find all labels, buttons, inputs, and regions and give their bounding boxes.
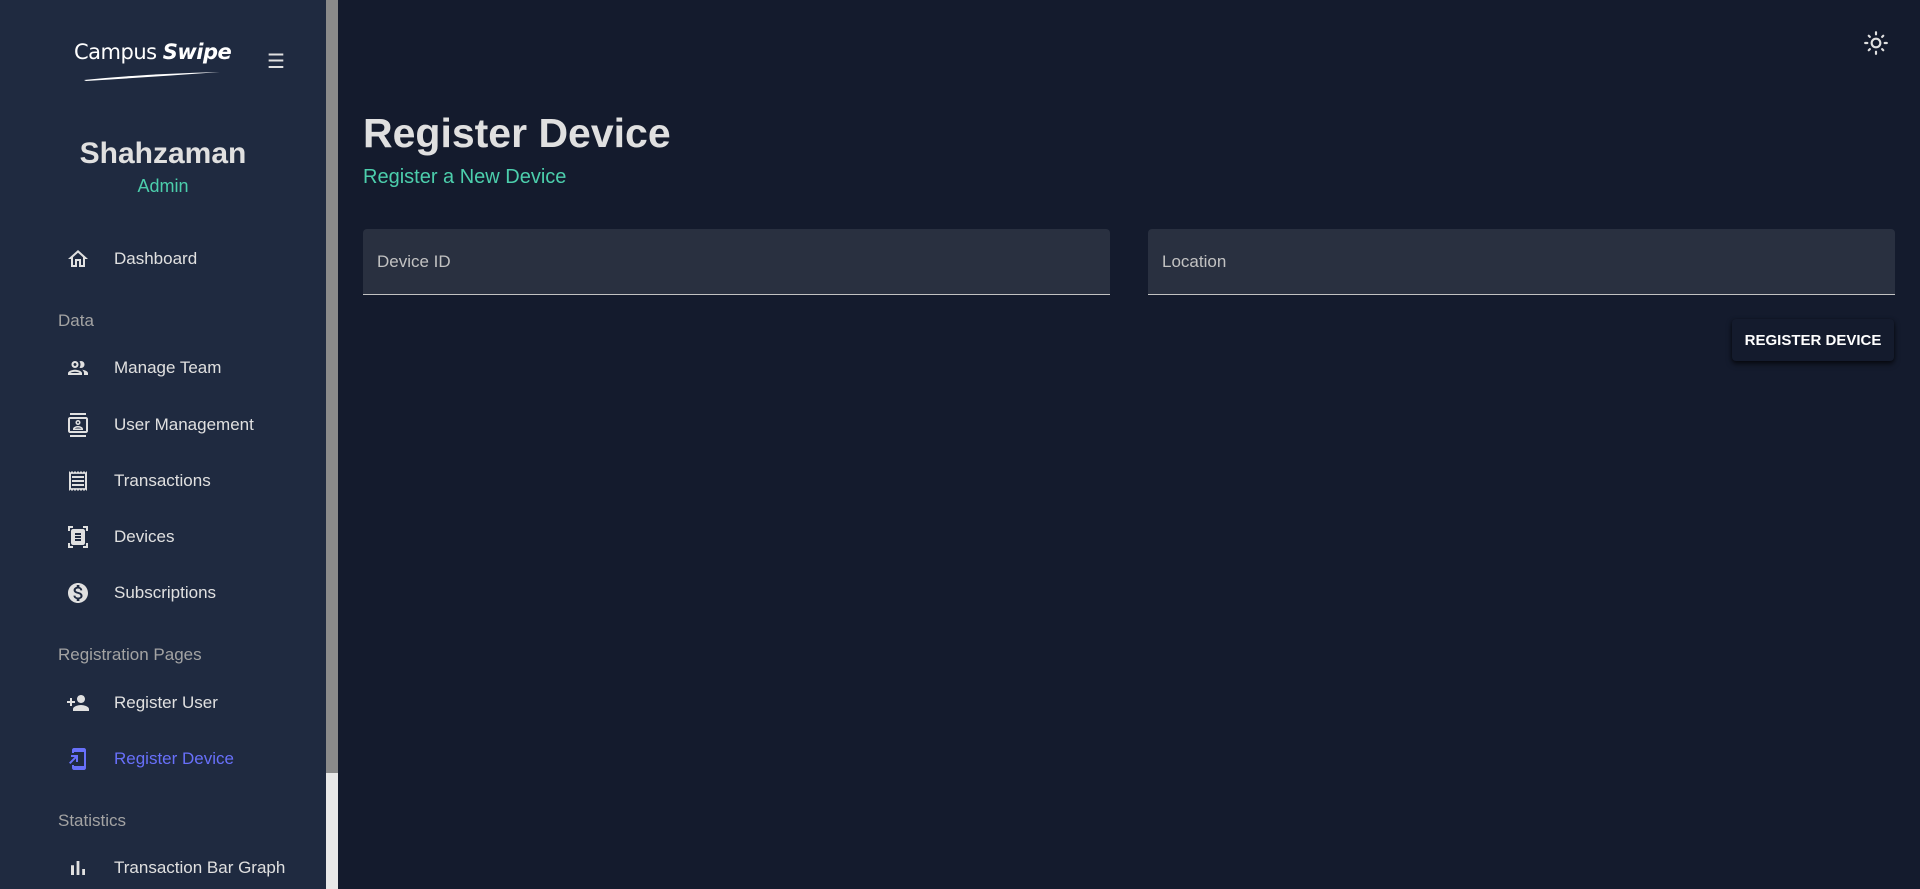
sidebar-item-manage-team[interactable]: Manage Team — [58, 348, 308, 388]
sidebar-item-label: Register User — [114, 693, 218, 712]
light-mode-sun-icon[interactable] — [1863, 30, 1889, 56]
sidebar-item-transactions[interactable]: Transactions — [58, 461, 308, 501]
sidebar-item-dashboard[interactable]: Dashboard — [58, 239, 308, 279]
location-input[interactable] — [1148, 229, 1895, 294]
sidebar-item-label: Dashboard — [114, 249, 198, 268]
sidebar-item-user-management[interactable]: User Management — [58, 405, 308, 445]
logo-text-primary: Campus — [74, 40, 157, 64]
sidebar-item-label: Register Device — [114, 749, 234, 768]
scrollbar-thumb[interactable] — [326, 0, 338, 773]
register-device-button[interactable]: Register Device — [1732, 319, 1894, 361]
sidebar-item-devices[interactable]: Devices — [58, 517, 308, 557]
hamburger-icon[interactable]: ☰ — [266, 50, 286, 74]
user-role: Admin — [137, 176, 189, 196]
device-id-input[interactable] — [363, 229, 1110, 294]
document-scanner-icon — [58, 525, 100, 549]
section-label-registration: Registration Pages — [58, 645, 202, 664]
sidebar: Campus Swipe ☰ Shahzaman Admin Dashboard… — [0, 0, 326, 889]
page-title: Register Device — [363, 110, 671, 156]
bar-chart-icon — [58, 856, 100, 880]
sidebar-item-register-device[interactable]: Register Device — [58, 739, 308, 779]
sidebar-item-register-user[interactable]: Register User — [58, 683, 308, 723]
sidebar-item-label: Manage Team — [114, 358, 222, 377]
user-name: Shahzaman — [79, 137, 247, 170]
page-subtitle: Register a New Device — [363, 166, 567, 188]
sidebar-item-label: Subscriptions — [114, 583, 217, 602]
logo-text: Campus Swipe — [74, 40, 234, 64]
people-icon — [58, 356, 100, 380]
sidebar-item-label: Transaction Bar Graph — [114, 858, 286, 877]
sidebar-item-transaction-bar-graph[interactable]: Transaction Bar Graph — [58, 848, 308, 888]
section-label-statistics: Statistics — [58, 811, 127, 830]
contact-card-icon — [58, 413, 100, 437]
sidebar-item-subscriptions[interactable]: Subscriptions — [58, 573, 308, 613]
sidebar-item-label: Transactions — [114, 471, 211, 490]
home-icon — [58, 247, 100, 271]
logo-swoosh-icon — [84, 72, 220, 81]
sidebar-item-label: User Management — [114, 415, 254, 434]
phonelink-icon — [58, 747, 100, 771]
receipt-icon — [58, 469, 100, 493]
sidebar-scrollbar[interactable] — [326, 0, 338, 889]
dollar-circle-icon — [58, 581, 100, 605]
campus-swipe-logo[interactable]: Campus Swipe — [74, 40, 234, 84]
section-label-data: Data — [58, 311, 94, 330]
device-id-field — [363, 229, 1110, 295]
person-add-icon — [58, 691, 100, 715]
sidebar-item-label: Devices — [114, 527, 175, 546]
location-field — [1148, 229, 1895, 295]
logo-text-accent: Swipe — [162, 40, 232, 64]
